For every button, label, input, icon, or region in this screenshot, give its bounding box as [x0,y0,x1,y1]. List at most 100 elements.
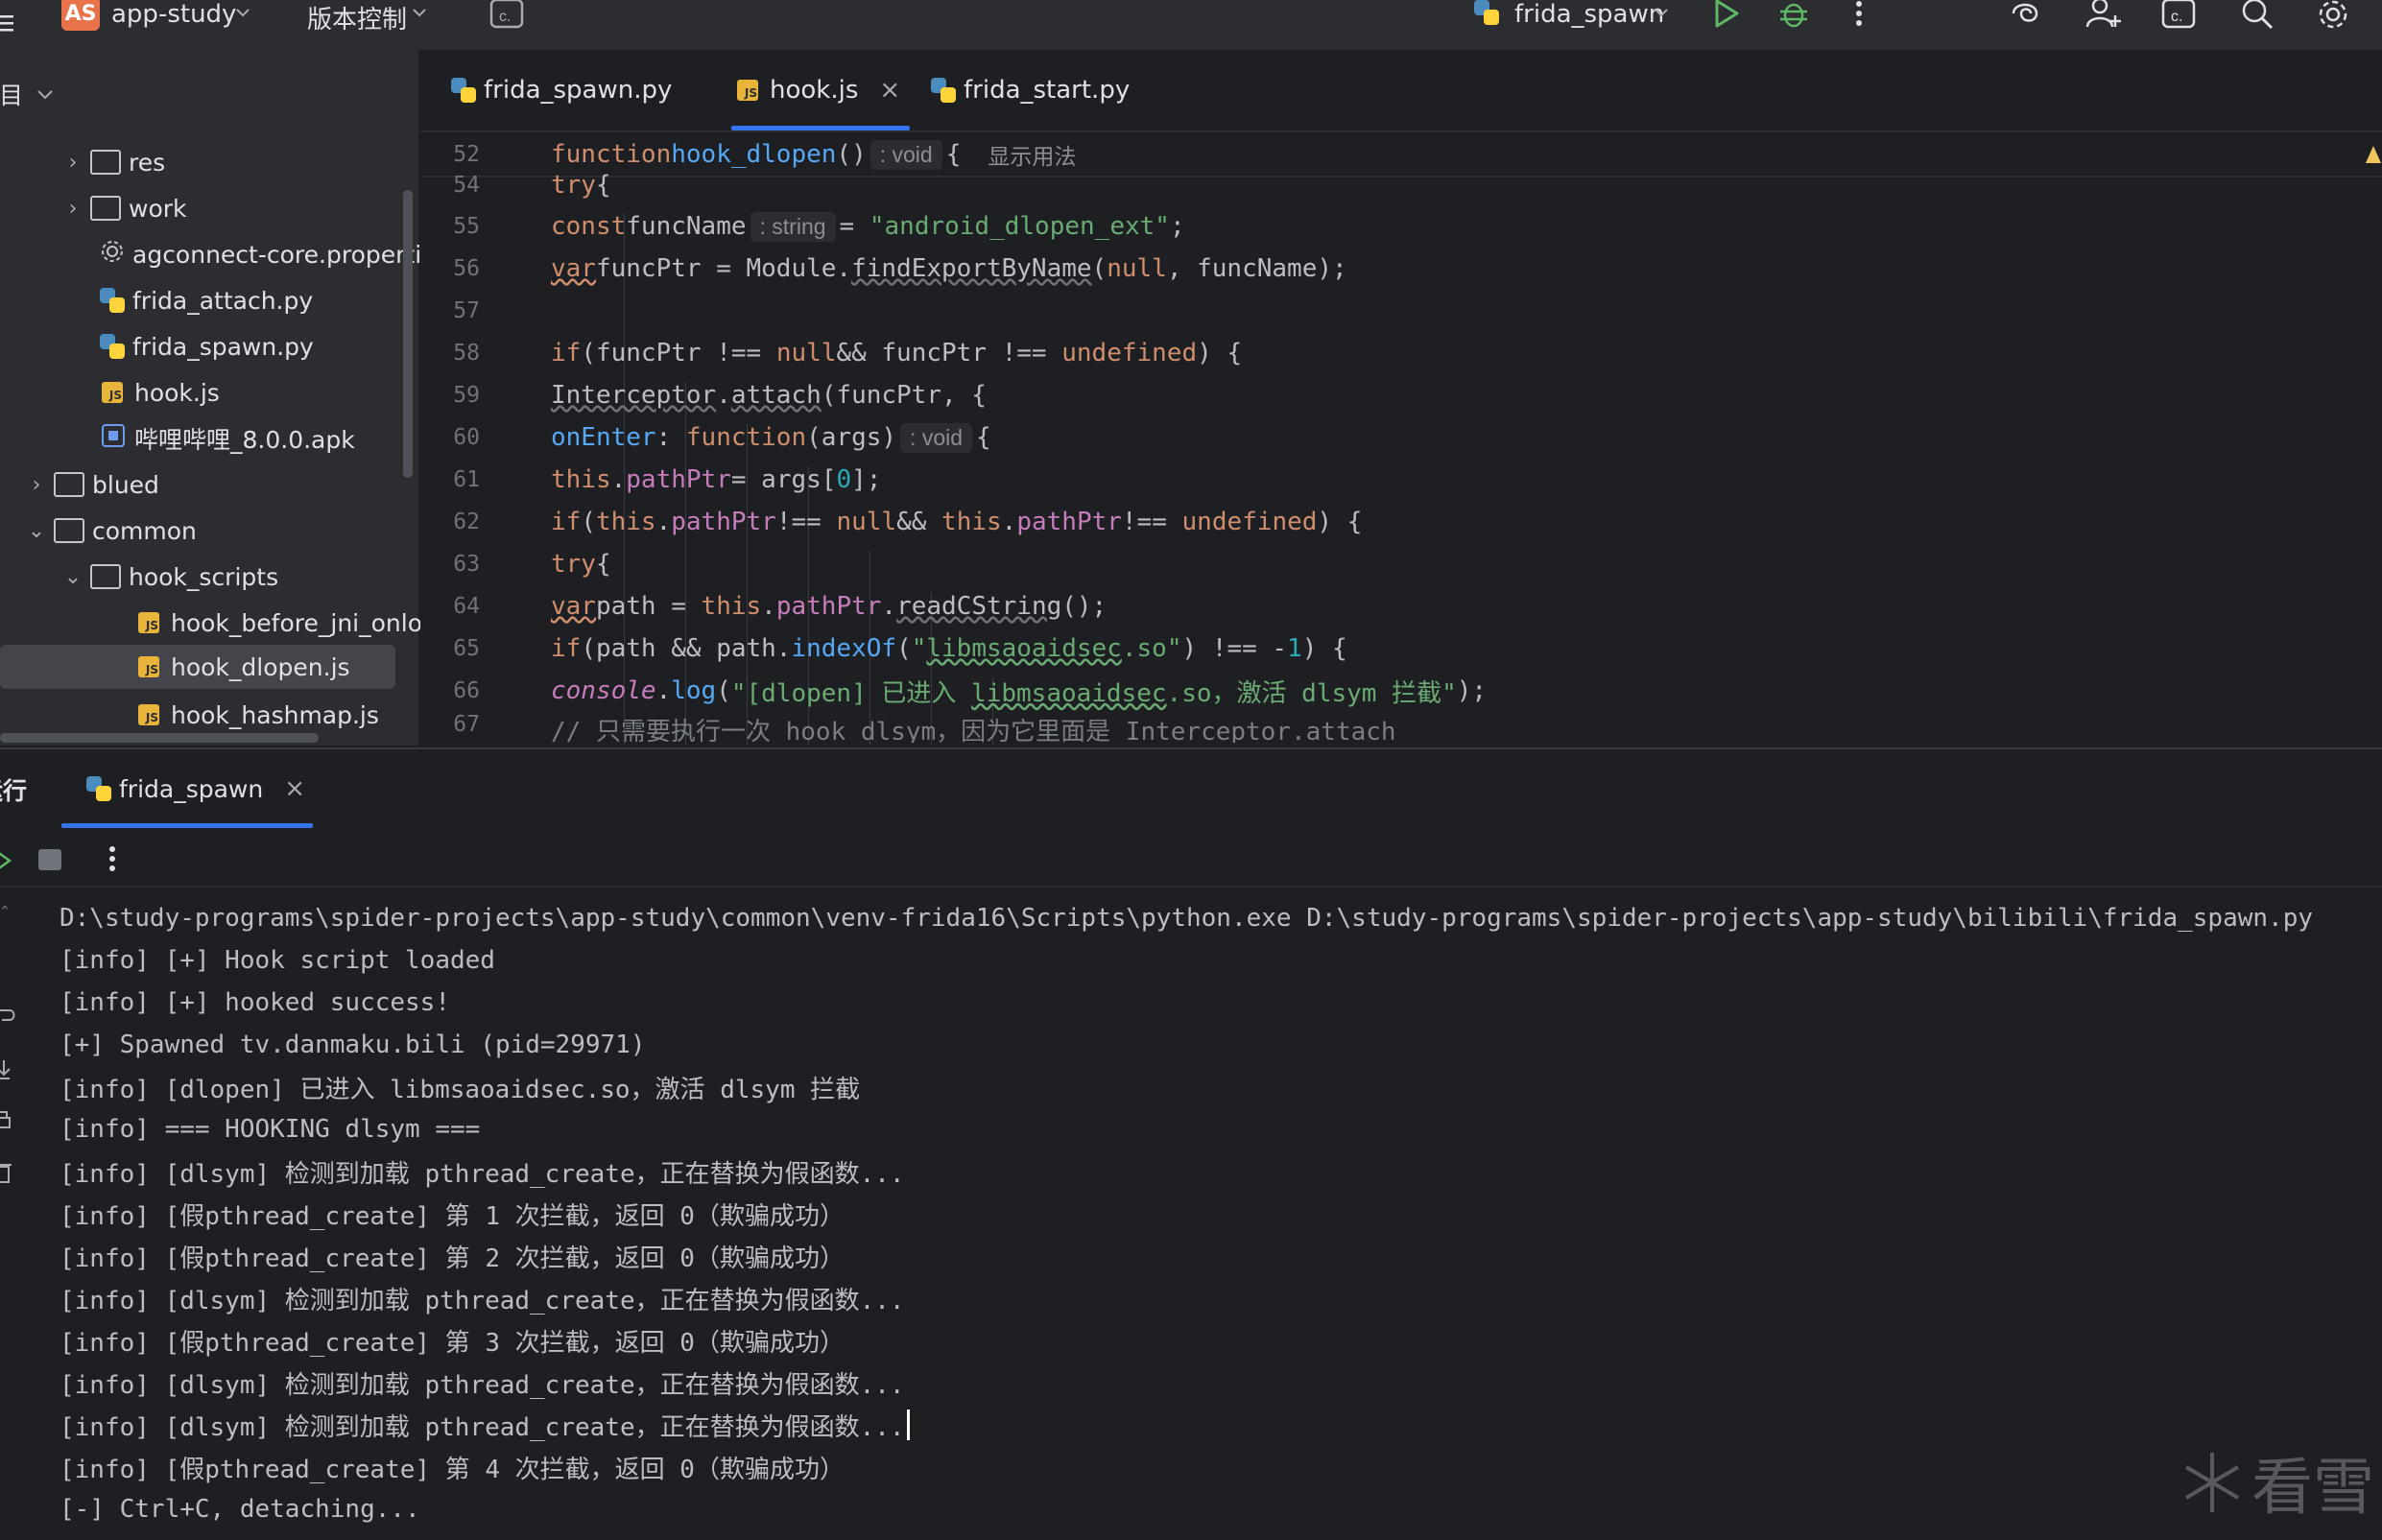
js-file-icon: JS [138,612,159,633]
text-caret [906,1410,910,1440]
python-file-icon [86,776,111,801]
warning-icon[interactable] [2365,144,2382,169]
tab-frida-spawn-run[interactable]: frida_spawn × [61,749,313,828]
tree-item-file[interactable]: frida_spawn.py [96,324,314,368]
chevron-down-icon[interactable] [234,4,251,25]
run-config-selector[interactable]: frida_spawn [1514,0,1664,29]
rerun-icon[interactable] [0,841,15,878]
console-output-line: [-] Ctrl+C, detaching... [60,1495,420,1524]
project-panel-title[interactable]: 项目 [0,77,56,111]
chevron-down-icon[interactable]: ⌄ [61,565,84,589]
scroll-to-end-icon[interactable] [0,1058,15,1085]
tree-item-file[interactable]: JS hook.js [96,370,220,415]
console-output-line: [info] [+] Hook script loaded [60,946,495,975]
code-line[interactable]: 59 Interceptor. attach (funcPtr, { [420,374,987,416]
show-usages-link[interactable]: 显示用法 [988,138,1076,171]
line-number: 65 [453,636,480,661]
tab-hook-js[interactable]: JS hook.js × [731,50,911,130]
tree-item-label: hook_hashmap.js [171,700,379,729]
tab-label: frida_spawn.py [484,76,673,105]
tree-item-label: blued [92,470,159,499]
tree-item-file[interactable]: 哔哩哔哩_8.0.0.apk [96,416,355,461]
folder-icon [54,518,84,543]
line-number: 56 [453,256,480,281]
close-icon[interactable]: × [879,76,900,105]
chevron-down-icon[interactable]: ⌄ [25,519,48,543]
settings-gear-icon[interactable] [2315,0,2351,36]
console-output-line: [info] [dlsym] 检测到加载 pthread_create，正在替换… [60,1370,905,1400]
chevron-down-icon[interactable] [1653,4,1670,25]
code-line[interactable]: 58 if (funcPtr !== null && funcPtr !== u… [420,332,1242,374]
line-number: 66 [453,678,480,703]
line-number: 67 [453,712,480,737]
code-line[interactable]: 63 try { [420,543,610,585]
sticky-function-header[interactable]: 52 function hook_dlopen(): void {显示用法 [420,133,2382,178]
tab-label: hook.js [770,76,859,105]
terminal-icon[interactable]: c. [489,0,526,35]
code-line[interactable]: 57 [420,290,551,332]
trash-icon[interactable] [0,1160,13,1189]
code-line[interactable]: 54 try { [420,171,610,200]
console-output-line: [+] Spawned tv.danmaku.bili (pid=29971) [60,1031,646,1059]
console-output-line: [info] === HOOKING dlsym === [60,1115,481,1144]
tree-item-folder[interactable]: ⌄ hook_scripts [61,555,278,599]
code-line[interactable]: 66 console. log("[dlopen] 已进入 libmsaoaids… [420,670,1487,712]
code-line[interactable]: 64 var path = this. pathPtr. readCString()… [420,585,1107,628]
more-icon[interactable] [1854,0,1864,33]
vertical-scrollbar[interactable] [403,190,413,478]
line-number: 54 [453,173,480,198]
close-icon[interactable]: × [284,774,305,803]
hamburger-icon[interactable] [0,8,19,40]
tree-item-label: frida_attach.py [132,286,314,315]
search-icon[interactable] [2240,0,2275,35]
chevron-down-icon[interactable] [411,4,428,25]
line-number: 57 [453,298,480,323]
code-line[interactable]: 67 // 只需要执行一次 hook_dlsym，因为它里面是 Intercep… [420,712,1395,743]
tree-item-file-selected[interactable]: JS hook_dlopen.js [0,645,395,689]
line-number: 59 [453,383,480,408]
code-line[interactable]: 65 if (path && path. indexOf("libmsaoaids… [420,628,1346,670]
print-icon[interactable] [0,1110,13,1137]
soft-wrap-icon[interactable] [0,1007,15,1033]
tree-item-file[interactable]: agconnect-core.properties [96,232,449,276]
scroll-up-icon[interactable]: ˆ [0,903,10,926]
terminal-icon[interactable]: c. [2161,0,2198,35]
add-user-icon[interactable] [2084,0,2123,35]
tab-frida-start-py[interactable]: frida_start.py [927,50,1130,130]
code-line[interactable]: 62 if (this. pathPtr !== null && this. pat… [420,501,1362,543]
folder-icon [90,196,121,221]
more-icon[interactable] [107,845,117,878]
tree-item-folder[interactable]: › blued [25,462,159,507]
project-name[interactable]: app-study [111,0,236,29]
horizontal-scrollbar[interactable] [0,733,319,743]
chevron-right-icon[interactable]: › [25,473,48,497]
panel-title: 项目 [0,82,24,109]
tree-item-file[interactable]: frida_attach.py [96,278,313,322]
console-output-line-with-caret[interactable]: [info] [dlsym] 检测到加载 pthread_create，正在替换… [60,1404,910,1446]
folder-icon [90,150,121,175]
tree-item-folder[interactable]: › res [61,140,166,184]
debug-icon[interactable] [1777,0,1810,35]
chevron-right-icon[interactable]: › [61,197,84,221]
code-line[interactable]: 56 var funcPtr = Module. findExportByName… [420,248,1346,290]
chevron-right-icon[interactable]: › [61,151,84,175]
ai-assistant-icon[interactable] [2008,0,2042,35]
code-line[interactable]: 60 onEnter: function (args): void { [420,416,991,459]
editor-tab-bar: frida_spawn.py JS hook.js × frida_start.… [420,50,2382,132]
project-badge[interactable]: AS [61,0,100,31]
tree-item-folder[interactable]: › work [61,186,187,230]
tree-item-file[interactable]: JS hook_hashmap.js [132,693,379,737]
code-line[interactable]: 55 const funcName: string = "android_dlo… [420,205,1185,248]
tab-frida-spawn-py[interactable]: frida_spawn.py [447,50,672,130]
run-panel-title: 运行 [0,777,28,805]
stop-icon[interactable] [38,849,61,870]
run-icon[interactable] [1712,0,1741,35]
tree-item-file[interactable]: JS hook_before_jni_onloa [132,601,437,645]
console-output-line: [info] [dlsym] 检测到加载 pthread_create，正在替换… [60,1286,905,1315]
tree-item-folder[interactable]: ⌄ common [25,509,197,553]
vcs-menu[interactable]: 版本控制 [307,0,407,36]
console-output-line: [info] [假pthread_create] 第 3 次拦截，返回 0（欺骗… [60,1328,845,1358]
folder-icon [54,472,84,497]
code-line[interactable]: 61 this. pathPtr = args[0]; [420,459,881,501]
console-output-line: [info] [dlopen] 已进入 libmsaoaidsec.so，激活 … [60,1075,861,1104]
